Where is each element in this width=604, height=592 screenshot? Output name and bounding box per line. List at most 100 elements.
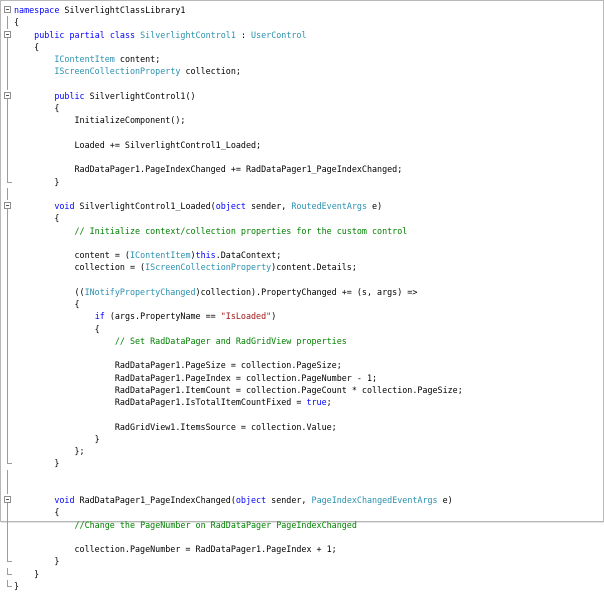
code-line[interactable]: { bbox=[1, 322, 601, 335]
code-view[interactable]: namespace SilverlightClassLibrary1{ publ… bbox=[1, 4, 601, 592]
code-line[interactable]: ((INotifyPropertyChanged)collection).Pro… bbox=[1, 285, 601, 298]
code-line[interactable] bbox=[1, 236, 601, 249]
code-token: } bbox=[14, 176, 60, 187]
code-token: void bbox=[54, 495, 75, 505]
code-editor-window: namespace SilverlightClassLibrary1{ publ… bbox=[0, 0, 604, 591]
code-line[interactable]: Loaded += SilverlightControl1_Loaded; bbox=[1, 138, 601, 151]
code-line[interactable]: namespace SilverlightClassLibrary1 bbox=[1, 4, 601, 16]
code-token: { bbox=[14, 103, 60, 113]
code-line[interactable] bbox=[1, 347, 601, 360]
code-line[interactable]: { bbox=[1, 212, 601, 225]
outline-guide bbox=[7, 114, 8, 127]
outline-gutter bbox=[1, 77, 17, 90]
code-line[interactable]: //Change the PageNumber on RadDataPager … bbox=[1, 518, 601, 531]
code-line[interactable]: collection.PageNumber = RadDataPager1.Pa… bbox=[1, 543, 601, 556]
code-text: { bbox=[14, 298, 80, 310]
code-text: { bbox=[14, 102, 59, 114]
code-token: } bbox=[14, 556, 60, 567]
code-line[interactable]: InitializeComponent(); bbox=[1, 114, 601, 127]
code-token: SilverlightClassLibrary1 bbox=[59, 5, 186, 15]
outline-guide bbox=[7, 65, 8, 78]
code-token: object bbox=[215, 201, 246, 211]
code-token: } bbox=[14, 580, 20, 591]
collapse-toggle-icon[interactable] bbox=[4, 496, 11, 503]
outline-guide bbox=[7, 16, 8, 29]
code-line[interactable]: RadDataPager1.PageIndex = collection.Pag… bbox=[1, 371, 601, 384]
code-line[interactable]: } bbox=[1, 175, 601, 188]
code-line[interactable] bbox=[1, 469, 601, 482]
outline-gutter bbox=[1, 481, 17, 494]
code-token: }; bbox=[14, 446, 85, 456]
collapse-toggle-icon[interactable] bbox=[4, 202, 11, 209]
code-text: } bbox=[14, 176, 59, 188]
code-line[interactable] bbox=[1, 77, 601, 90]
code-token: collection.PageNumber = RadDataPager1.Pa… bbox=[14, 544, 337, 554]
code-line[interactable]: { bbox=[1, 16, 601, 29]
code-text: // Set RadDataPager and RadGridView prop… bbox=[14, 335, 347, 347]
outline-gutter bbox=[1, 273, 17, 286]
code-line[interactable] bbox=[1, 408, 601, 421]
code-line[interactable] bbox=[1, 273, 601, 286]
code-token: void bbox=[54, 201, 75, 211]
code-token: (args.PropertyName == bbox=[104, 311, 221, 322]
outline-gutter bbox=[1, 187, 17, 200]
code-token: .DataContext; bbox=[215, 250, 282, 260]
code-token: INotifyPropertyChanged bbox=[84, 286, 196, 297]
code-line[interactable] bbox=[1, 126, 601, 139]
code-token: RoutedEventArgs bbox=[291, 201, 367, 211]
code-line[interactable]: IContentItem content; bbox=[1, 53, 601, 66]
code-line[interactable]: { bbox=[1, 40, 601, 53]
outline-guide bbox=[7, 347, 8, 360]
outline-guide bbox=[7, 285, 8, 298]
outline-guide bbox=[7, 138, 8, 151]
code-line[interactable]: { bbox=[1, 506, 601, 519]
code-line[interactable]: void RadDataPager1_PageIndexChanged(obje… bbox=[1, 494, 601, 507]
code-line[interactable]: { bbox=[1, 298, 601, 311]
code-line[interactable]: { bbox=[1, 102, 601, 115]
code-token: // Set RadDataPager and RadGridView prop… bbox=[114, 335, 347, 346]
code-line[interactable]: public partial class SilverlightControl1… bbox=[1, 29, 601, 41]
code-line[interactable]: } bbox=[1, 432, 601, 445]
code-line[interactable] bbox=[1, 187, 601, 200]
code-line[interactable]: } bbox=[1, 579, 601, 592]
collapse-toggle-icon[interactable] bbox=[4, 91, 11, 99]
code-line[interactable]: IScreenCollectionProperty collection; bbox=[1, 65, 601, 78]
outline-guide bbox=[7, 249, 8, 262]
code-line[interactable]: RadGridView1.ItemsSource = collection.Va… bbox=[1, 420, 601, 433]
code-line[interactable]: }; bbox=[1, 445, 601, 458]
code-token: //Change the PageNumber on RadDataPager … bbox=[74, 519, 357, 530]
code-line[interactable]: } bbox=[1, 457, 601, 469]
code-line[interactable]: } bbox=[1, 555, 601, 567]
collapse-toggle-icon[interactable] bbox=[4, 30, 11, 38]
code-line[interactable] bbox=[1, 481, 601, 494]
code-line[interactable] bbox=[1, 151, 601, 164]
code-text: } bbox=[14, 433, 100, 445]
outline-guide bbox=[7, 481, 8, 494]
outline-gutter bbox=[1, 151, 17, 164]
outline-guide bbox=[7, 432, 8, 445]
code-line[interactable]: RadDataPager1.ItemCount = collection.Pag… bbox=[1, 383, 601, 396]
code-line[interactable]: } bbox=[1, 567, 601, 580]
code-line[interactable]: // Initialize context/collection propert… bbox=[1, 224, 601, 237]
outline-guide bbox=[7, 163, 8, 176]
code-line[interactable]: if (args.PropertyName == "IsLoaded") bbox=[1, 310, 601, 323]
code-token: object bbox=[235, 495, 267, 505]
outline-gutter bbox=[1, 347, 17, 360]
code-line[interactable]: void SilverlightControl1_Loaded(object s… bbox=[1, 200, 601, 213]
code-line[interactable]: public SilverlightControl1() bbox=[1, 90, 601, 102]
code-token: public bbox=[54, 90, 85, 101]
outline-end-guide bbox=[7, 579, 12, 587]
code-token: { bbox=[14, 17, 20, 28]
code-text: content = (IContentItem)this.DataContext… bbox=[14, 249, 282, 261]
code-line[interactable]: RadDataPager1.IsTotalItemCountFixed = tr… bbox=[1, 396, 601, 409]
code-line[interactable]: collection = (IScreenCollectionProperty)… bbox=[1, 261, 601, 274]
outline-guide bbox=[7, 212, 8, 225]
code-line[interactable]: RadDataPager1.PageIndexChanged += RadDat… bbox=[1, 163, 601, 176]
code-line[interactable]: RadDataPager1.PageSize = collection.Page… bbox=[1, 359, 601, 372]
collapse-toggle-icon[interactable] bbox=[4, 6, 11, 13]
code-line[interactable] bbox=[1, 530, 601, 543]
code-line[interactable]: content = (IContentItem)this.DataContext… bbox=[1, 249, 601, 262]
code-line[interactable]: // Set RadDataPager and RadGridView prop… bbox=[1, 334, 601, 347]
